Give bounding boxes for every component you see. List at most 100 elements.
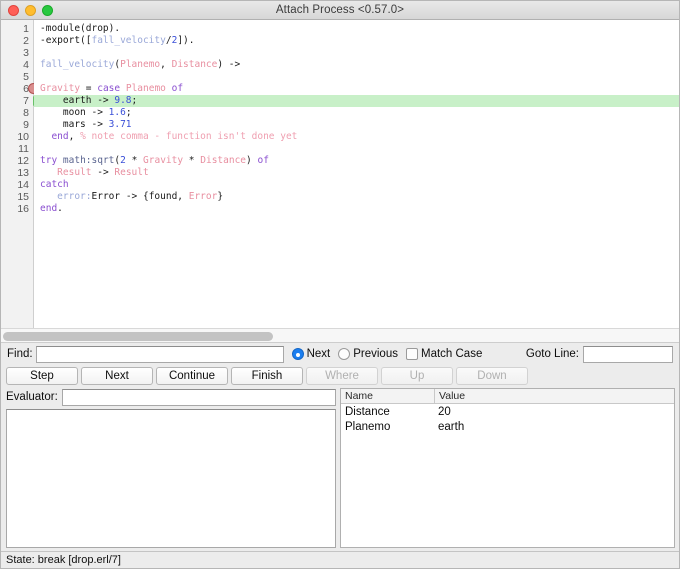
- attach-process-window: Attach Process <0.57.0> 1 2 3 4 5 6 7 8 9 10 11 12 1…: [0, 0, 680, 569]
- code-token: ;: [125, 107, 132, 118]
- window-titlebar: Attach Process <0.57.0>: [1, 1, 679, 20]
- finish-button[interactable]: Finish: [231, 366, 303, 385]
- code-token: moon ->: [40, 107, 109, 118]
- goto-line-label: Goto Line:: [525, 348, 579, 360]
- code-line[interactable]: error:Error -> {found, Error}: [34, 191, 679, 203]
- code-line[interactable]: mars -> 3.71: [34, 119, 679, 131]
- find-direction-previous[interactable]: Previous: [338, 348, 398, 360]
- binding-value: 20: [438, 405, 451, 418]
- bindings-table-body: Distance 20 Planemo earth: [341, 404, 674, 434]
- line-number[interactable]: 10: [1, 131, 33, 143]
- code-line[interactable]: [34, 143, 679, 155]
- source-code-view[interactable]: -module(drop). -export([fall_velocity/2])…: [34, 20, 679, 328]
- code-line[interactable]: [34, 47, 679, 59]
- next-button[interactable]: Next: [81, 366, 153, 385]
- line-number[interactable]: 12: [1, 155, 33, 167]
- code-token: Planemo: [125, 83, 166, 94]
- line-number[interactable]: 11: [1, 143, 33, 155]
- debug-controls-toolbar: Step Next Continue Finish Where Up Down: [1, 365, 679, 386]
- code-line[interactable]: end, % note comma - function isn't done …: [34, 131, 679, 143]
- column-header-name[interactable]: Name: [341, 389, 434, 403]
- line-number[interactable]: 6: [1, 83, 39, 95]
- code-token: Result: [57, 167, 92, 178]
- line-number[interactable]: 7: [1, 95, 40, 107]
- line-number[interactable]: 2: [1, 35, 33, 47]
- find-direction-next[interactable]: Next: [291, 348, 331, 360]
- binding-name: Planemo: [345, 420, 391, 433]
- find-next-label: Next: [306, 348, 331, 360]
- code-line[interactable]: moon -> 1.6;: [34, 107, 679, 119]
- line-number[interactable]: 4: [1, 59, 33, 71]
- code-token: Gravity: [40, 83, 81, 94]
- code-token: -module(drop).: [40, 23, 121, 34]
- code-token: =: [80, 83, 98, 94]
- minimize-window-icon[interactable]: [25, 4, 36, 16]
- code-line[interactable]: earth -> 9.8;: [34, 95, 679, 107]
- evaluator-output[interactable]: [6, 409, 336, 548]
- goto-line-input[interactable]: [583, 345, 673, 363]
- line-number[interactable]: 1: [1, 23, 33, 35]
- evaluator-panel: Evaluator:: [1, 386, 340, 551]
- evaluator-input[interactable]: [61, 388, 336, 406]
- table-row[interactable]: Planemo earth: [341, 419, 674, 434]
- radio-next-icon[interactable]: [291, 348, 304, 360]
- editor-horizontal-scrollbar[interactable]: [1, 328, 679, 343]
- code-line[interactable]: Gravity = case Planemo of: [34, 83, 679, 95]
- code-token: ) ->: [217, 59, 241, 70]
- code-token: earth ->: [40, 95, 115, 106]
- goto-line-group: Goto Line:: [526, 343, 673, 365]
- editor-scrollbar-thumb[interactable]: [3, 332, 273, 341]
- code-line[interactable]: [34, 71, 679, 83]
- radio-previous-icon[interactable]: [338, 348, 351, 360]
- line-number[interactable]: 14: [1, 179, 33, 191]
- code-token: fall_velocity: [40, 59, 115, 70]
- line-number[interactable]: 3: [1, 47, 33, 59]
- line-number[interactable]: 16: [1, 203, 33, 215]
- bindings-table: Name Value Distance 20 Planemo earth: [340, 388, 675, 548]
- code-line[interactable]: catch: [34, 179, 679, 191]
- match-case-toggle[interactable]: Match Case: [405, 348, 482, 360]
- code-line[interactable]: -export([fall_velocity/2]).: [34, 35, 679, 47]
- step-button[interactable]: Step: [6, 366, 78, 385]
- line-number[interactable]: 5: [1, 71, 33, 83]
- checkbox-match-case-icon[interactable]: [405, 348, 418, 360]
- up-button: Up: [381, 366, 453, 385]
- bindings-table-header: Name Value: [341, 389, 674, 404]
- code-line[interactable]: end.: [34, 203, 679, 215]
- lower-panels: Evaluator: Name Value Distance 20 Planemo e…: [1, 386, 679, 551]
- where-button: Where: [306, 366, 378, 385]
- code-token: .: [57, 203, 63, 214]
- find-label: Find:: [7, 348, 33, 360]
- code-line[interactable]: try math:sqrt(2 * Gravity * Distance) of: [34, 155, 679, 167]
- down-button: Down: [456, 366, 528, 385]
- code-token: mars ->: [40, 119, 109, 130]
- code-token: 1.6: [108, 107, 126, 118]
- code-line[interactable]: -module(drop).: [34, 23, 679, 35]
- source-editor: 1 2 3 4 5 6 7 8 9 10 11 12 13 14 15 16 -module(drop). -e…: [1, 20, 679, 328]
- code-line[interactable]: Result -> Result: [34, 167, 679, 179]
- code-token: % note comma - function isn't done yet: [80, 131, 298, 142]
- status-bar: State: break [drop.erl/7]: [1, 551, 679, 568]
- maximize-window-icon[interactable]: [42, 4, 53, 16]
- table-row[interactable]: Distance 20: [341, 404, 674, 419]
- code-token: math:sqrt: [62, 155, 115, 166]
- line-number[interactable]: 9: [1, 119, 33, 131]
- find-bar: Find: Next Previous Match Case Goto Line…: [1, 343, 679, 365]
- line-number[interactable]: 15: [1, 191, 33, 203]
- line-number[interactable]: 13: [1, 167, 33, 179]
- find-previous-label: Previous: [353, 348, 398, 360]
- search-input[interactable]: [35, 345, 284, 363]
- code-token: catch: [40, 179, 69, 190]
- status-text: State: break [drop.erl/7]: [6, 554, 121, 566]
- code-token: error:: [57, 191, 92, 202]
- line-number[interactable]: 8: [1, 107, 33, 119]
- continue-button[interactable]: Continue: [156, 366, 228, 385]
- column-header-value[interactable]: Value: [434, 389, 674, 403]
- close-window-icon[interactable]: [8, 4, 19, 16]
- code-token: try: [40, 155, 58, 166]
- code-token: ): [246, 155, 258, 166]
- code-line[interactable]: fall_velocity(Planemo, Distance) ->: [34, 59, 679, 71]
- code-token: *: [125, 155, 144, 166]
